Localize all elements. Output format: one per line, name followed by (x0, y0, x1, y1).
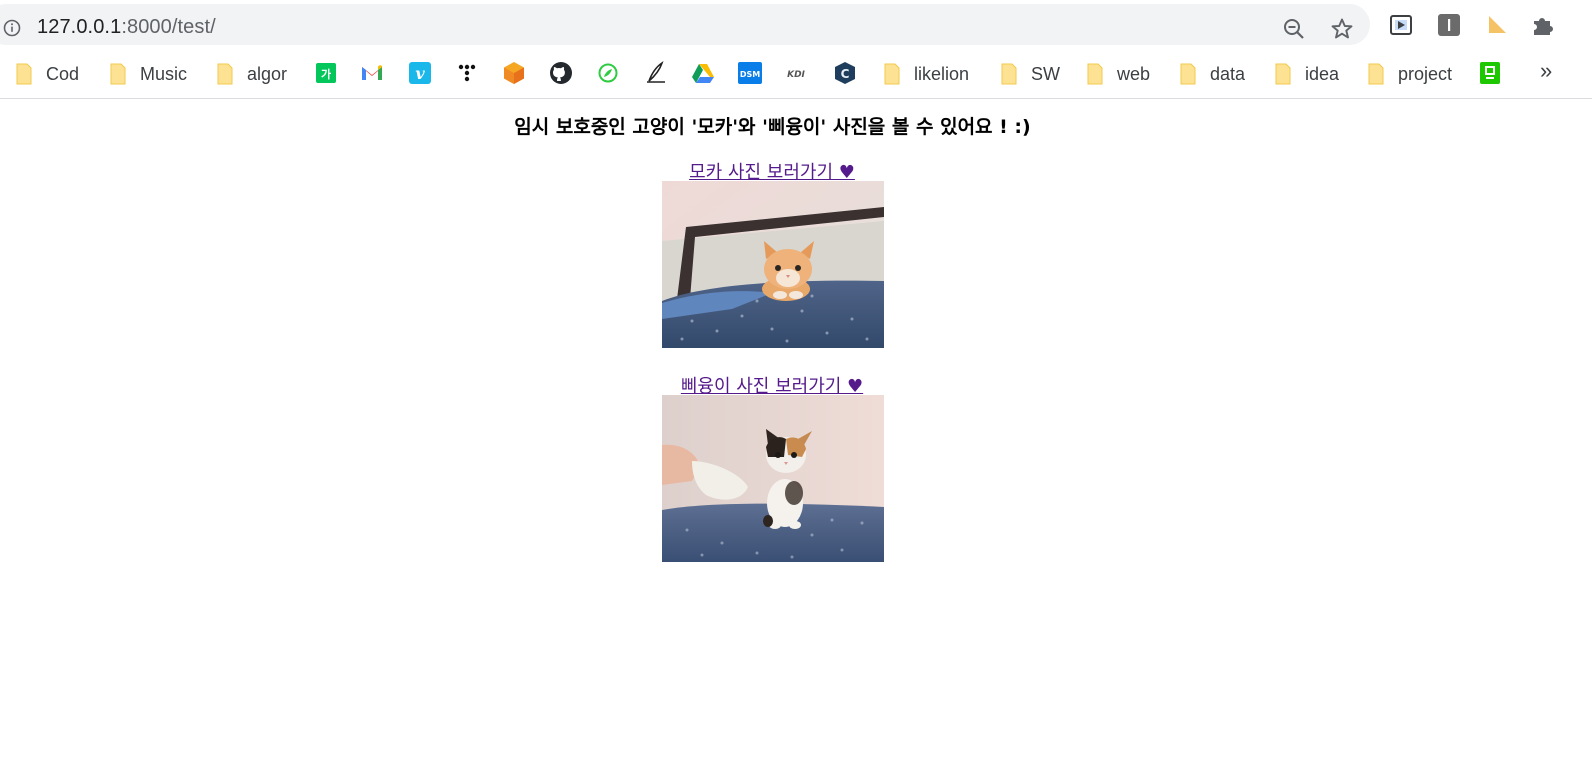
url-path: :8000/test/ (121, 16, 216, 38)
kdi-icon-text: KDI (787, 70, 805, 80)
bookmark-label: SW (1031, 63, 1060, 84)
github-icon[interactable] (548, 60, 574, 86)
google-drive-icon[interactable] (690, 60, 716, 86)
green-square-icon[interactable] (1477, 60, 1503, 86)
bookmark-label: Cod (46, 63, 80, 84)
url-host: 127.0.0.1 (37, 16, 122, 38)
zoom-out-icon[interactable] (1282, 17, 1306, 41)
svg-text:가: 가 (321, 67, 331, 81)
page-title: 임시 보호중인 고양이 '모카'와 '삐융이' 사진을 볼 수 있어요 ! :) (514, 116, 1031, 138)
bookmark-folder-algor[interactable]: algor (217, 60, 287, 88)
folder-icon (1087, 63, 1103, 85)
c-cube-icon[interactable]: C (832, 60, 858, 86)
orange-cube-icon[interactable] (501, 60, 527, 86)
bookmark-folder-music[interactable]: Music (110, 60, 187, 88)
bookmark-folder-web[interactable]: web (1087, 60, 1150, 88)
triangle-extension-icon[interactable] (1484, 12, 1510, 38)
bookmark-folder-cod[interactable]: Cod (16, 60, 79, 88)
address-bar[interactable]: 127.0.0.1:8000/test/ (0, 4, 1370, 45)
svg-text:v: v (415, 64, 425, 83)
bookmark-label: data (1210, 63, 1246, 84)
folder-icon (1001, 63, 1017, 85)
mocha-kitten-photo[interactable] (662, 181, 884, 348)
media-extension-icon[interactable] (1388, 12, 1414, 38)
browser-toolbar: 127.0.0.1:8000/test/ (0, 0, 1592, 50)
folder-icon (1180, 63, 1196, 85)
vimeo-icon[interactable]: v (407, 60, 433, 86)
puzzle-extensions-icon[interactable] (1530, 12, 1556, 38)
green-leaf-icon[interactable] (595, 60, 621, 86)
folder-icon (16, 63, 32, 85)
dsm-icon[interactable]: DSM (737, 60, 763, 86)
folder-icon (110, 63, 126, 85)
folder-icon (1275, 63, 1291, 85)
kdi-icon[interactable]: KDI (784, 60, 810, 86)
dsm-icon-text: DSM (740, 70, 760, 79)
bookmark-folder-project[interactable]: project (1368, 60, 1452, 88)
gmail-icon[interactable] (359, 60, 385, 86)
naver-dictionary-icon[interactable]: 가 (313, 60, 339, 86)
bookmarks-bar: Cod Music algor 가 v DSM KDI C likelion S… (0, 50, 1592, 99)
bookmarks-overflow-button[interactable]: » (1540, 58, 1552, 84)
i-extension-icon[interactable] (1436, 12, 1462, 38)
svg-text:C: C (841, 67, 850, 81)
bookmark-label: algor (247, 63, 288, 84)
folder-icon (1368, 63, 1384, 85)
bookmark-folder-likelion[interactable]: likelion (884, 60, 969, 88)
bookmark-folder-data[interactable]: data (1180, 60, 1245, 88)
bookmark-folder-idea[interactable]: idea (1275, 60, 1339, 88)
bookmark-label: likelion (914, 63, 970, 84)
pen-icon[interactable] (643, 60, 669, 86)
bookmark-label: project (1398, 63, 1453, 84)
dots-icon[interactable] (454, 60, 480, 86)
info-icon[interactable] (3, 19, 21, 37)
bookmark-folder-sw[interactable]: SW (1001, 60, 1060, 88)
bbiyung-kitten-photo[interactable] (662, 395, 884, 562)
bookmark-star-icon[interactable] (1330, 17, 1354, 41)
bookmark-label: idea (1305, 63, 1340, 84)
folder-icon (884, 63, 900, 85)
url-text[interactable]: 127.0.0.1:8000/test/ (37, 16, 216, 39)
folder-icon (217, 63, 233, 85)
bookmark-label: Music (140, 63, 188, 84)
bookmark-label: web (1117, 63, 1151, 84)
